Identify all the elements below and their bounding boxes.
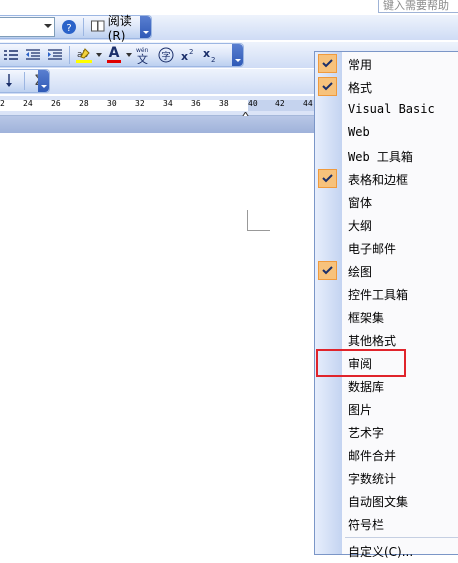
svg-text:?: ? <box>67 23 72 34</box>
menu-item-frames[interactable]: 框架集 <box>315 306 458 329</box>
menu-item-label: 框架集 <box>348 311 385 325</box>
ruler-tick-label: 28 <box>79 99 89 108</box>
menu-item-web-toolbox[interactable]: Web 工具箱 <box>315 145 458 168</box>
chevron-down-icon[interactable] <box>126 45 132 65</box>
checkmark-icon <box>318 54 337 73</box>
toolbar-options-grip[interactable] <box>140 16 151 38</box>
menu-item-label: 窗体 <box>348 196 373 210</box>
menu-item-picture[interactable]: 图片 <box>315 398 458 421</box>
svg-text:文: 文 <box>137 52 148 64</box>
tables-toolbar: Σ <box>0 69 50 93</box>
annotation-highlight-box <box>316 349 406 377</box>
font-color-swatch <box>107 60 121 63</box>
menu-item-label: Web <box>348 125 370 139</box>
menu-item-label: 艺术字 <box>348 426 385 440</box>
ruler-tick-label: 44 <box>303 99 313 108</box>
menu-item-mail-merge[interactable]: 邮件合并 <box>315 444 458 467</box>
menu-item-label: 其他格式 <box>348 334 397 348</box>
menu-item-label: 电子邮件 <box>348 242 397 256</box>
ruler-tick-label: 34 <box>163 99 173 108</box>
separator <box>69 46 70 64</box>
menu-item-email[interactable]: 电子邮件 <box>315 237 458 260</box>
separator <box>24 72 25 90</box>
checkmark-icon <box>318 261 337 280</box>
ruler-tick-label: 32 <box>135 99 145 108</box>
menu-item-control-toolbox[interactable]: 控件工具箱 <box>315 283 458 306</box>
standard-toolbar: ? 阅读(R) <box>0 14 152 43</box>
decrease-indent-icon[interactable] <box>23 45 43 65</box>
text-boundary-corner-mark <box>247 210 270 231</box>
menu-item-label: Visual Basic <box>348 102 435 116</box>
menu-separator <box>345 537 458 538</box>
menu-item-visual-basic[interactable]: Visual Basic <box>315 99 458 122</box>
menu-item-word-count[interactable]: 字数统计 <box>315 467 458 490</box>
svg-text:2: 2 <box>211 56 215 62</box>
subscript-icon[interactable]: x2 <box>200 45 220 65</box>
formatting-toolbar: ab A wén文 字 x2 x2 <box>0 43 244 67</box>
menu-item-drawing[interactable]: 绘图 <box>315 260 458 283</box>
menu-item-standard[interactable]: 常用 <box>315 53 458 76</box>
font-color-icon[interactable]: A <box>104 45 124 65</box>
menu-item-label: 字数统计 <box>348 472 397 486</box>
menu-item-wordart[interactable]: 艺术字 <box>315 421 458 444</box>
sort-icon[interactable] <box>1 71 20 91</box>
menu-item-label: 图片 <box>348 403 373 417</box>
menu-item-label: 表格和边框 <box>348 173 409 187</box>
toolbars-menu: 常用 格式 Visual Basic Web Web 工具箱 表格和边框 窗体 … <box>314 51 458 559</box>
increase-indent-icon[interactable] <box>45 45 65 65</box>
ruler-text-area <box>0 100 248 111</box>
menu-item-label: Web 工具箱 <box>348 150 413 164</box>
menu-item-outlining[interactable]: 大纲 <box>315 214 458 237</box>
ruler-tick-label: 42 <box>275 99 285 108</box>
ruler-tick-label: 2 <box>0 99 5 108</box>
zoom-combo[interactable] <box>0 17 55 37</box>
toolbar-row-standard: ? 阅读(R) <box>0 14 458 43</box>
menu-item-symbol-bar[interactable]: 符号栏 <box>315 513 458 536</box>
menu-item-tables-borders[interactable]: 表格和边框 <box>315 168 458 191</box>
bullets-icon[interactable] <box>1 45 21 65</box>
toolbar-options-grip[interactable] <box>38 70 49 92</box>
menu-item-formatting[interactable]: 格式 <box>315 76 458 99</box>
menu-item-label: 符号栏 <box>348 518 385 532</box>
separator <box>82 18 84 36</box>
svg-text:字: 字 <box>161 50 170 62</box>
checkmark-icon <box>318 77 337 96</box>
svg-text:2: 2 <box>189 48 193 56</box>
svg-text:x: x <box>203 48 210 60</box>
menu-item-customize[interactable]: 自定义(C)... <box>315 540 458 563</box>
superscript-icon[interactable]: x2 <box>178 45 198 65</box>
checkmark-icon <box>318 169 337 188</box>
menu-item-label: 绘图 <box>348 265 373 279</box>
menu-item-autotext[interactable]: 自动图文集 <box>315 490 458 513</box>
ruler-tick-label: 38 <box>219 99 229 108</box>
ruler-tick-label: 26 <box>51 99 61 108</box>
menu-item-label: 邮件合并 <box>348 449 397 463</box>
phonetic-guide-icon[interactable]: wén 文 <box>134 45 154 65</box>
menu-item-label: 自定义(C)... <box>348 545 414 559</box>
menu-item-label: 控件工具箱 <box>348 288 409 302</box>
menu-item-database[interactable]: 数据库 <box>315 375 458 398</box>
book-icon <box>90 20 105 35</box>
font-color-glyph: A <box>108 45 120 61</box>
ruler-tick-label: 36 <box>191 99 201 108</box>
ruler-tick-label: 30 <box>107 99 117 108</box>
menu-item-forms[interactable]: 窗体 <box>315 191 458 214</box>
menu-item-label: 自动图文集 <box>348 495 409 509</box>
menu-item-label: 数据库 <box>348 380 385 394</box>
toolbar-options-grip[interactable] <box>232 44 243 66</box>
menu-item-label: 常用 <box>348 58 373 72</box>
ruler-tick-label: 24 <box>23 99 33 108</box>
enclose-characters-icon[interactable]: 字 <box>156 45 176 65</box>
chevron-down-icon[interactable] <box>96 45 102 65</box>
menu-item-label: 格式 <box>348 81 373 95</box>
menu-item-label: 大纲 <box>348 219 373 233</box>
help-icon[interactable]: ? <box>60 17 79 37</box>
highlight-icon[interactable]: ab <box>74 45 94 65</box>
help-search-box[interactable]: 键入需要帮助 <box>378 0 458 13</box>
menu-item-web[interactable]: Web <box>315 122 458 145</box>
svg-text:x: x <box>181 50 188 62</box>
